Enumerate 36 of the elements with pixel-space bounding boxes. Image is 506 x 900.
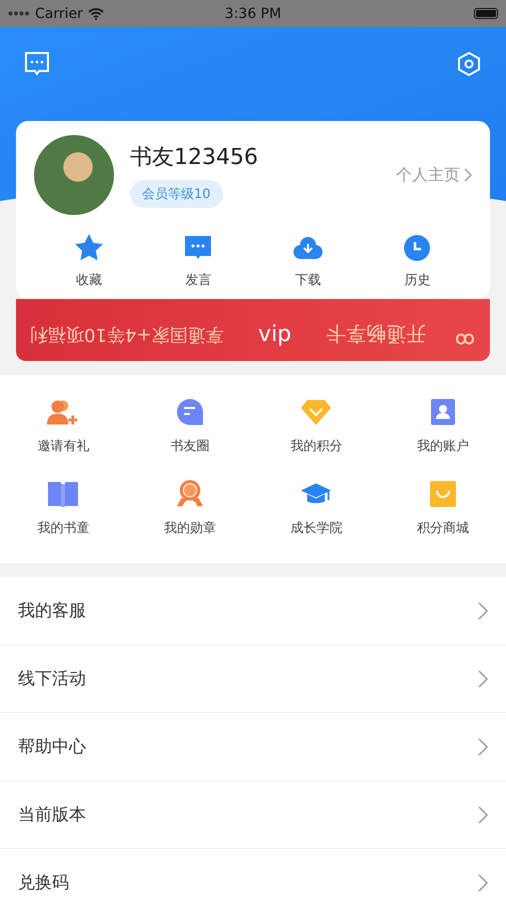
vip-label: vip: [258, 322, 292, 347]
feature-button[interactable]: 邀请有礼: [0, 397, 126, 455]
vip-banner[interactable]: 享通国家+4等10项福利 vip 开通畅享卡: [16, 299, 490, 361]
chevron-right-icon: [478, 874, 488, 892]
member-level-badge: 会员等级10: [130, 180, 223, 208]
user-name: 书友123456: [130, 144, 258, 172]
carrier-label: Carrier: [35, 6, 83, 22]
feature-button[interactable]: 成长学院: [253, 479, 380, 537]
chevron-right-icon: [478, 670, 488, 688]
message-icon[interactable]: [24, 51, 50, 77]
clock-time: 3:36 PM: [224, 6, 282, 22]
feature-button[interactable]: 积分商城: [380, 479, 506, 537]
feature-button[interactable]: 我的积分: [253, 397, 380, 455]
quick-action-button[interactable]: 历史: [362, 233, 472, 289]
settings-icon[interactable]: [456, 51, 482, 77]
feature-button[interactable]: 我的账户: [380, 397, 506, 455]
quick-action-button[interactable]: 发言: [144, 233, 253, 289]
signal-dots-icon: [8, 11, 30, 16]
quick-action-button[interactable]: 下载: [253, 233, 362, 289]
diamond-icon: [300, 397, 332, 427]
star-icon: [74, 233, 104, 263]
chevron-right-icon: [478, 806, 488, 824]
chevron-right-icon: [478, 602, 488, 620]
quick-action-button[interactable]: 收藏: [34, 233, 144, 289]
chevron-right-icon: [478, 738, 488, 756]
open-book-icon: [47, 479, 80, 509]
wifi-icon: [88, 8, 104, 20]
chevron-right-icon: [464, 168, 472, 182]
knot-icon: [454, 331, 476, 347]
feature-button[interactable]: 我的书童: [0, 479, 126, 537]
feature-button[interactable]: 书友圈: [126, 397, 253, 455]
clock-icon: [402, 233, 432, 263]
promo-text: 享通国家+4等10项福利: [30, 323, 224, 347]
battery-icon: [474, 8, 498, 19]
feature-button[interactable]: 我的勋章: [126, 479, 253, 537]
promo-title: 开通畅享卡: [326, 321, 426, 347]
